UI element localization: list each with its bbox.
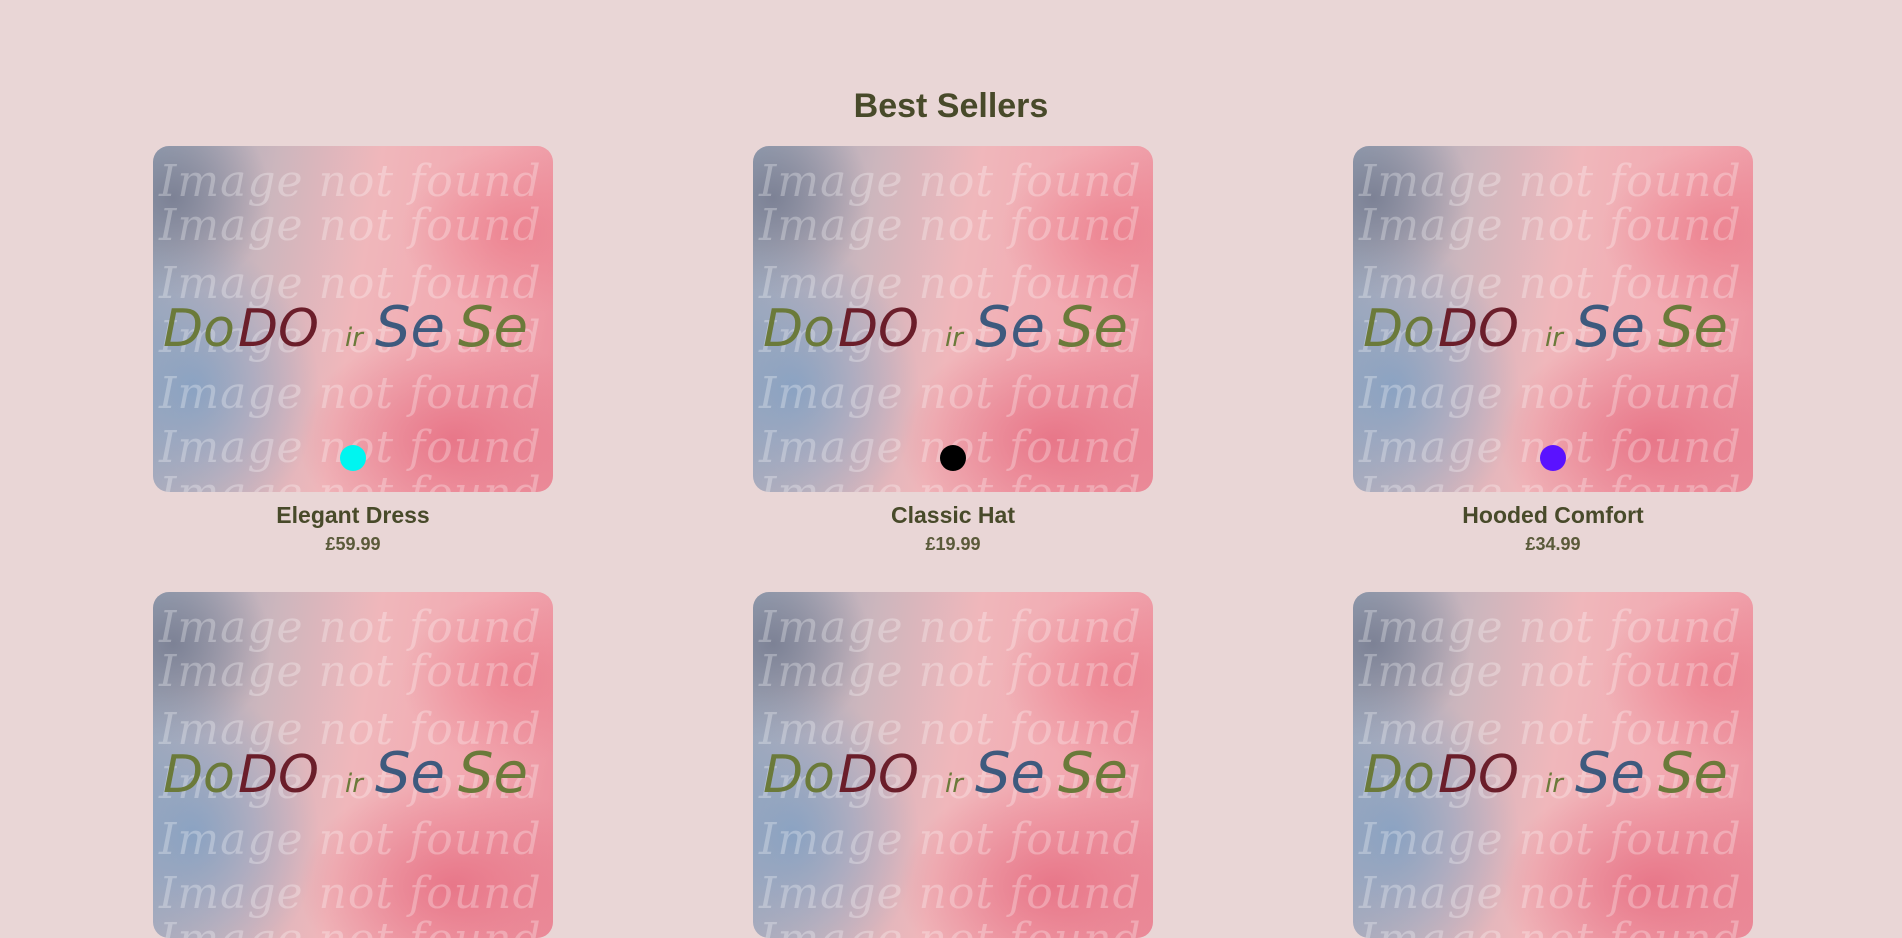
brand-logo: Do DO ir Se Se xyxy=(1363,296,1728,356)
brand-logo: Do DO ir Se Se xyxy=(163,742,528,802)
brand-logo-text: ir xyxy=(945,323,965,353)
color-dot-icon[interactable] xyxy=(340,445,366,471)
brand-logo-text: DO xyxy=(238,745,319,802)
product-image[interactable]: Image not found Image not found Image not … xyxy=(1353,592,1753,938)
brand-logo-text: ir xyxy=(1545,769,1565,799)
brand-logo-text: Se xyxy=(1058,742,1128,802)
brand-logo-text: Do xyxy=(163,745,235,802)
brand-logo-text: Do xyxy=(763,745,835,802)
brand-logo-text: DO xyxy=(838,299,919,356)
brand-logo: Do DO ir Se Se xyxy=(163,296,528,356)
brand-logo-text: Se xyxy=(458,296,528,356)
brand-logo-text: ir xyxy=(1545,323,1565,353)
brand-logo-text: Do xyxy=(1363,745,1435,802)
brand-logo-text: Se xyxy=(375,742,445,802)
brand-logo-text: Do xyxy=(1363,299,1435,356)
brand-logo-text: ir xyxy=(345,769,365,799)
product-name[interactable]: Hooded Comfort xyxy=(1353,502,1753,529)
brand-logo-text: DO xyxy=(238,299,319,356)
brand-logo-text: Se xyxy=(1658,742,1728,802)
product-image[interactable]: Image not found Image not found Image not … xyxy=(153,146,553,492)
brand-logo-text: Se xyxy=(458,742,528,802)
brand-logo: Do DO ir Se Se xyxy=(763,296,1128,356)
page-title: Best Sellers xyxy=(853,87,1049,125)
color-dot-icon[interactable] xyxy=(940,445,966,471)
brand-logo-text: ir xyxy=(345,323,365,353)
brand-logo-text: Se xyxy=(1058,296,1128,356)
product-image[interactable]: Image not found Image not found Image not … xyxy=(753,592,1153,938)
brand-logo-text: Do xyxy=(163,299,235,356)
product-card[interactable]: Image not found Image not found Image not … xyxy=(753,146,1153,555)
brand-logo-text: DO xyxy=(1438,299,1519,356)
brand-logo: Do DO ir Se Se xyxy=(763,742,1128,802)
brand-logo-text: Se xyxy=(1575,296,1645,356)
product-name[interactable]: Elegant Dress xyxy=(153,502,553,529)
brand-logo-text: Se xyxy=(975,296,1045,356)
product-price: £34.99 xyxy=(1525,534,1581,554)
brand-logo-text: Se xyxy=(1575,742,1645,802)
brand-logo-text: Do xyxy=(763,299,835,356)
color-dot-icon[interactable] xyxy=(1540,445,1566,471)
product-image[interactable]: Image not found Image not found Image not … xyxy=(1353,146,1753,492)
product-card[interactable]: Image not found Image not found Image not … xyxy=(753,592,1153,938)
product-image[interactable]: Image not found Image not found Image not … xyxy=(153,592,553,938)
product-image[interactable]: Image not found Image not found Image not … xyxy=(753,146,1153,492)
brand-logo: Do DO ir Se Se xyxy=(1363,742,1728,802)
product-card[interactable]: Image not found Image not found Image not … xyxy=(1353,146,1753,555)
product-card[interactable]: Image not found Image not found Image not … xyxy=(1353,592,1753,938)
product-price: £59.99 xyxy=(325,534,381,554)
brand-logo-text: Se xyxy=(1658,296,1728,356)
brand-logo-text: DO xyxy=(838,745,919,802)
product-card[interactable]: Image not found Image not found Image not … xyxy=(153,146,553,555)
brand-logo-text: Se xyxy=(375,296,445,356)
brand-logo-text: ir xyxy=(945,769,965,799)
brand-logo-text: DO xyxy=(1438,745,1519,802)
product-price: £19.99 xyxy=(925,534,981,554)
brand-logo-text: Se xyxy=(975,742,1045,802)
product-card[interactable]: Image not found Image not found Image not … xyxy=(153,592,553,938)
product-name[interactable]: Classic Hat xyxy=(753,502,1153,529)
